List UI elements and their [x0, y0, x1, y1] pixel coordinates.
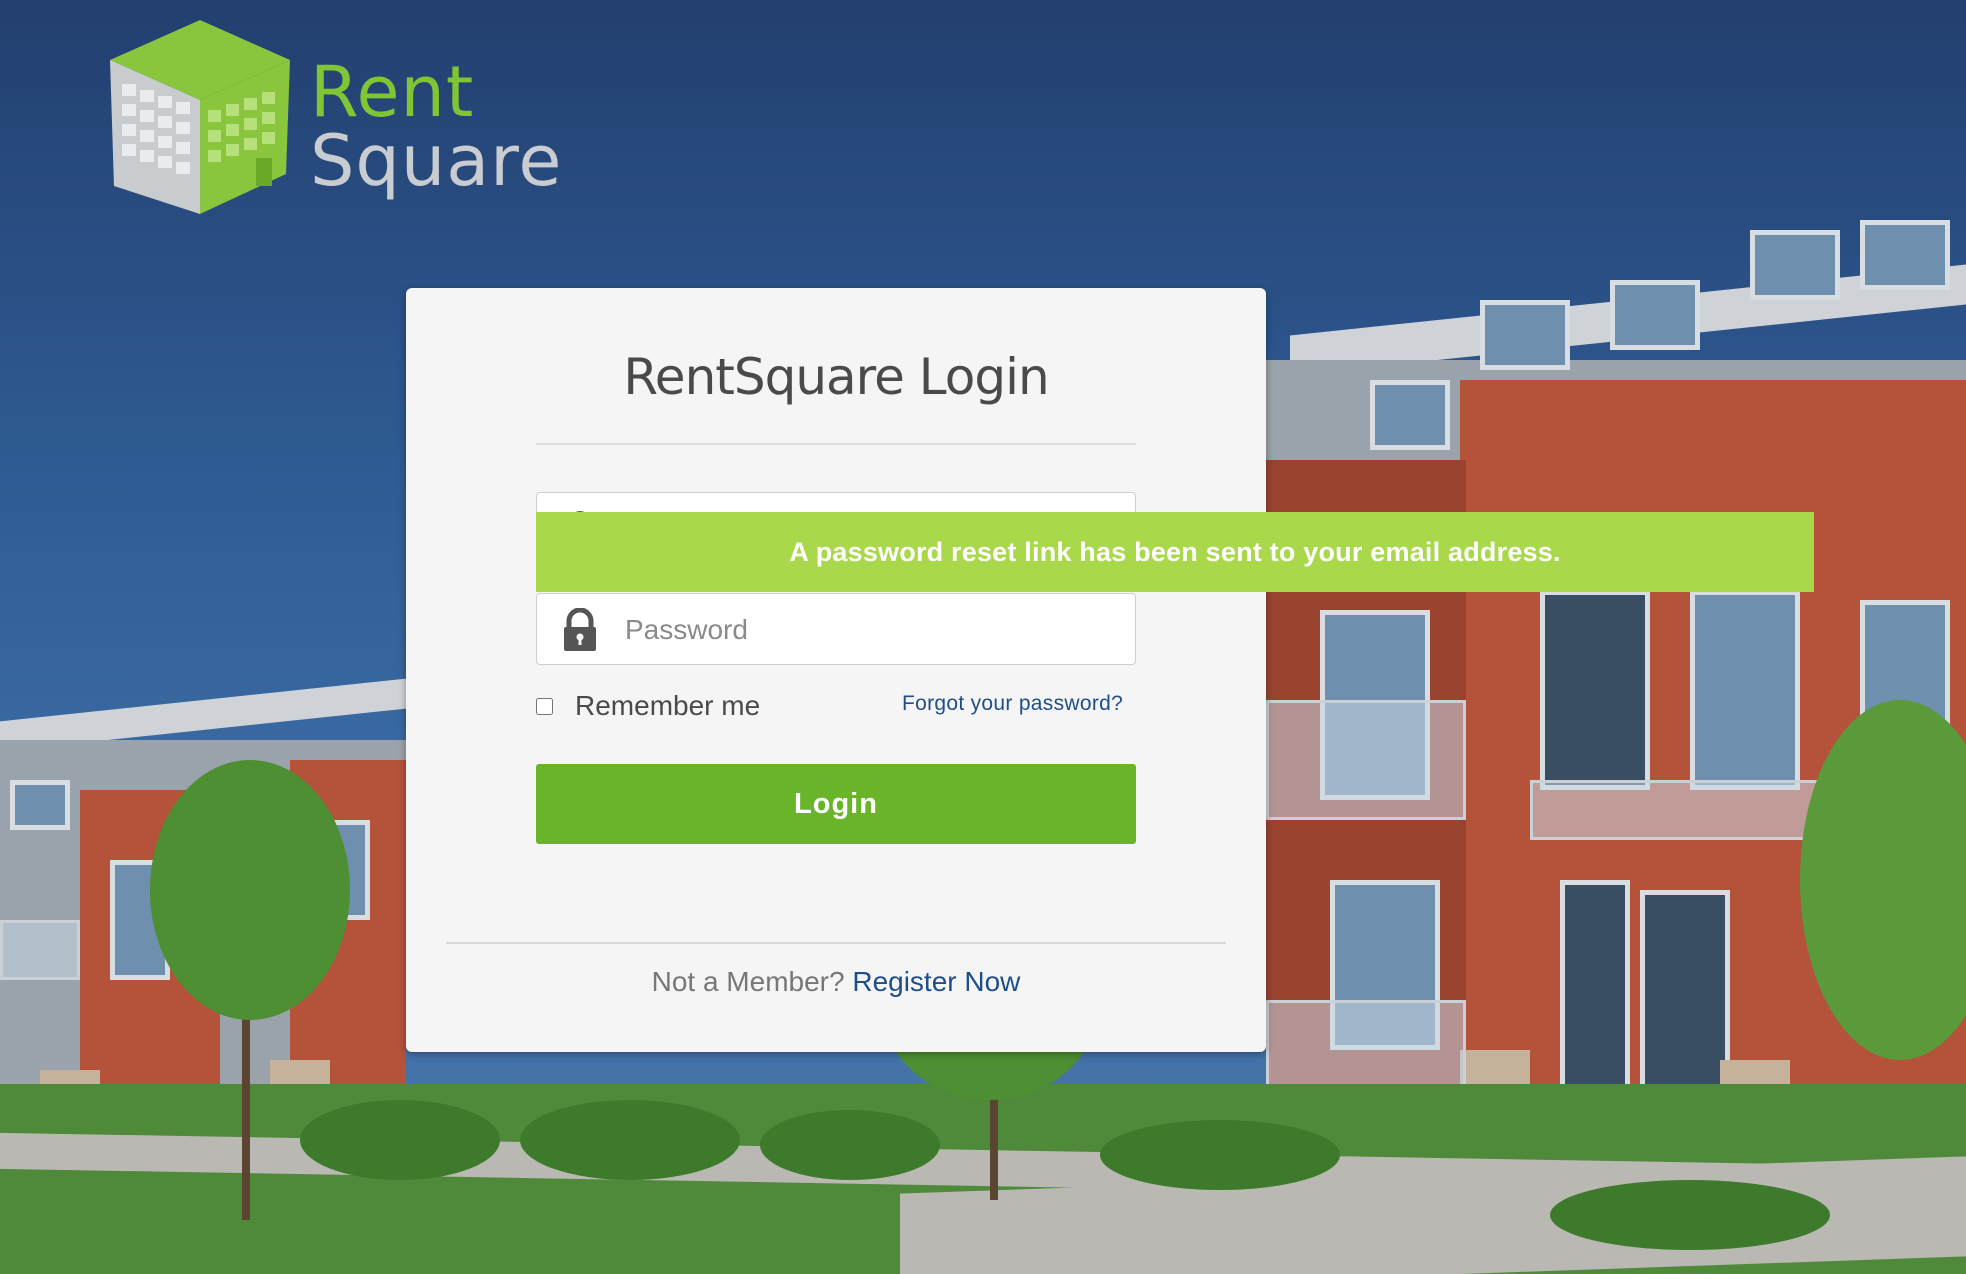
- password-field[interactable]: [536, 593, 1136, 666]
- password-input[interactable]: [623, 594, 1127, 666]
- logo-word-square: Square: [310, 119, 563, 202]
- alert-message: A password reset link has been sent to y…: [789, 536, 1561, 567]
- logo-wordmark: Rent Square: [310, 51, 563, 202]
- rentsquare-logo[interactable]: Rent Square: [100, 18, 563, 218]
- not-member-text: Not a Member?: [651, 966, 845, 997]
- footer-divider: [446, 942, 1226, 944]
- remember-me[interactable]: Remember me: [536, 686, 760, 726]
- login-card: RentSquare Login Remember me Forgot your…: [406, 288, 1266, 1052]
- login-title: RentSquare Login: [623, 348, 1049, 406]
- remember-me-checkbox[interactable]: [536, 697, 553, 715]
- login-button[interactable]: Login: [536, 764, 1136, 844]
- logo-word-rent: Rent: [310, 51, 475, 133]
- forgot-password-link[interactable]: Forgot your password?: [902, 692, 1123, 716]
- register-prompt: Not a Member? Register Now: [406, 966, 1266, 998]
- password-reset-alert: A password reset link has been sent to y…: [536, 512, 1814, 592]
- register-now-link[interactable]: Register Now: [852, 966, 1020, 997]
- title-divider: [536, 443, 1136, 445]
- remember-me-label: Remember me: [575, 690, 761, 721]
- lock-icon: [564, 608, 596, 651]
- building-logo-icon: [110, 20, 290, 214]
